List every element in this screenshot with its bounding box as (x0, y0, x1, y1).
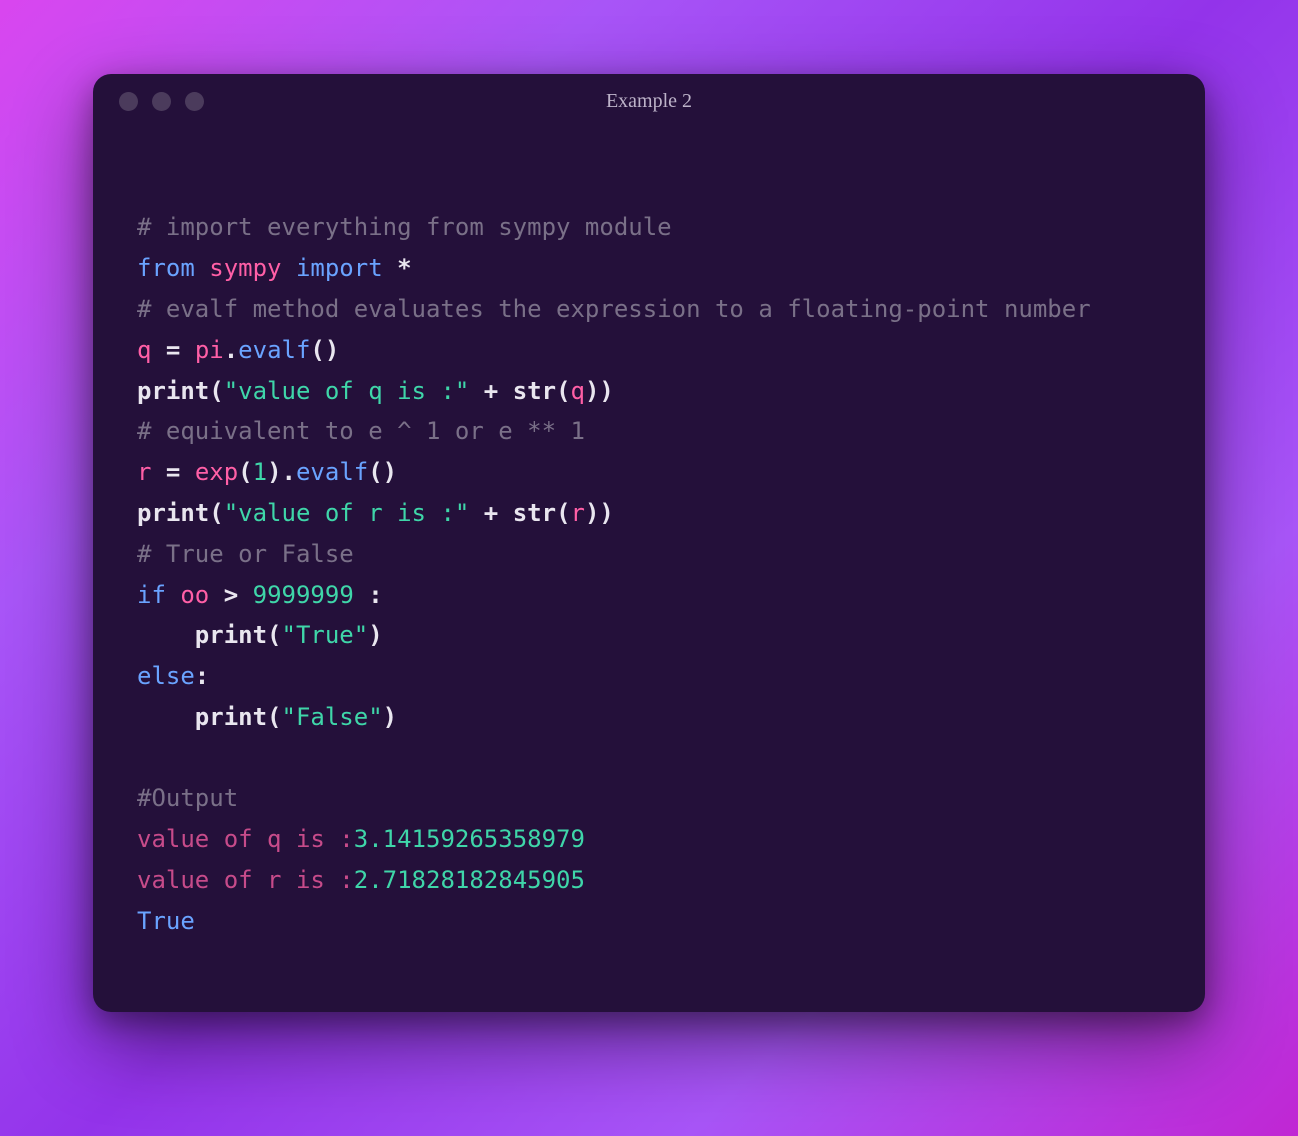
colon: : (354, 581, 383, 609)
rparen: ) (368, 621, 382, 649)
fn-print: print (195, 621, 267, 649)
string-literal: "value of r is :" (224, 499, 470, 527)
lparen: ( (556, 499, 570, 527)
var-q: q (137, 336, 151, 364)
var-q: q (571, 377, 585, 405)
star: * (397, 254, 411, 282)
lparen: ( (238, 458, 252, 486)
code-comment: # True or False (137, 540, 354, 568)
close-icon[interactable] (119, 92, 138, 111)
fn-str: str (513, 377, 556, 405)
plus: + (469, 377, 512, 405)
minimize-icon[interactable] (152, 92, 171, 111)
code-comment: # import everything from sympy module (137, 213, 672, 241)
assign: = (151, 458, 194, 486)
window-title: Example 2 (93, 90, 1205, 113)
output-label: value of q is : (137, 825, 354, 853)
code-comment: # evalf method evaluates the expression … (137, 295, 1091, 323)
fn-print: print (195, 703, 267, 731)
lparen: ( (267, 703, 281, 731)
fn-print: print (137, 499, 209, 527)
indent (137, 621, 195, 649)
lparen: ( (209, 377, 223, 405)
rparen: ) (599, 499, 613, 527)
parens: () (310, 336, 339, 364)
assign: = (151, 336, 194, 364)
indent (137, 703, 195, 731)
rparen: ) (599, 377, 613, 405)
string-literal: "value of q is :" (224, 377, 470, 405)
plus: + (469, 499, 512, 527)
keyword-import: import (296, 254, 383, 282)
fn-exp: exp (195, 458, 238, 486)
dot: . (224, 336, 238, 364)
string-true: "True" (282, 621, 369, 649)
rparen: ) (585, 499, 599, 527)
lparen: ( (209, 499, 223, 527)
titlebar: Example 2 (93, 74, 1205, 117)
output-true: True (137, 907, 195, 935)
output-header: #Output (137, 784, 238, 812)
lparen: ( (556, 377, 570, 405)
keyword-from: from (137, 254, 195, 282)
output-value: 2.71828182845905 (354, 866, 585, 894)
parens: () (368, 458, 397, 486)
traffic-lights (119, 92, 204, 111)
fn-str: str (513, 499, 556, 527)
code-window: Example 2 # import everything from sympy… (93, 74, 1205, 1011)
method-evalf: evalf (238, 336, 310, 364)
rparen: ) (585, 377, 599, 405)
code-block: # import everything from sympy module fr… (93, 117, 1205, 1011)
rparen: ) (267, 458, 281, 486)
fn-print: print (137, 377, 209, 405)
output-label: value of r is : (137, 866, 354, 894)
rparen: ) (383, 703, 397, 731)
symbol-oo: oo (180, 581, 209, 609)
lparen: ( (267, 621, 281, 649)
keyword-else: else (137, 662, 195, 690)
gt: > (209, 581, 252, 609)
dot: . (282, 458, 296, 486)
var-r: r (571, 499, 585, 527)
output-value: 3.14159265358979 (354, 825, 585, 853)
keyword-if: if (137, 581, 166, 609)
number-big: 9999999 (253, 581, 354, 609)
string-false: "False" (282, 703, 383, 731)
method-evalf: evalf (296, 458, 368, 486)
var-r: r (137, 458, 151, 486)
symbol-pi: pi (195, 336, 224, 364)
module-sympy: sympy (209, 254, 281, 282)
number-one: 1 (253, 458, 267, 486)
colon: : (195, 662, 209, 690)
maximize-icon[interactable] (185, 92, 204, 111)
code-comment: # equivalent to e ^ 1 or e ** 1 (137, 417, 585, 445)
